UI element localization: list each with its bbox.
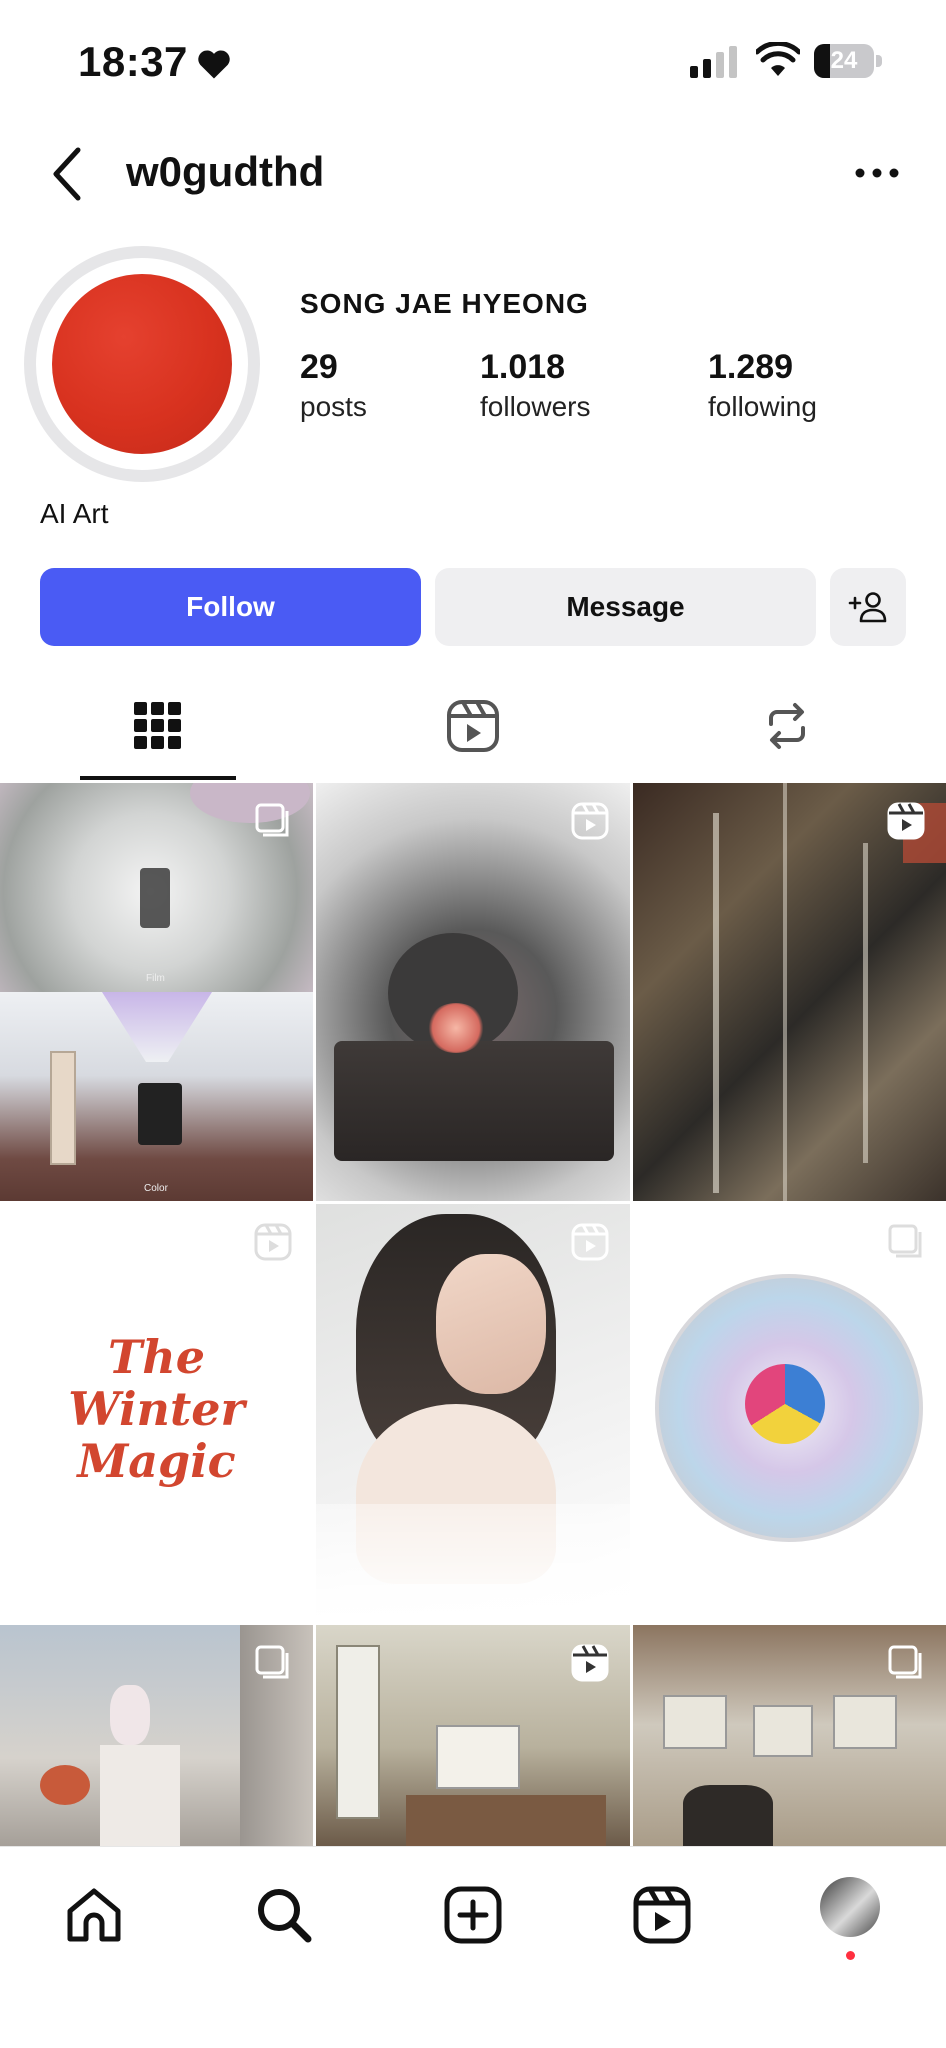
post-thumbnail-4[interactable]: The Winter Magic: [0, 1204, 313, 1622]
home-icon[interactable]: [62, 1883, 126, 1947]
followers-label: followers: [480, 391, 591, 422]
profile-avatar-nav[interactable]: [820, 1877, 880, 1937]
active-tab-indicator: [80, 776, 236, 780]
post-thumbnail-7[interactable]: [0, 1625, 313, 1847]
profile-tabs: [0, 680, 946, 780]
battery-indicator: 24: [814, 44, 884, 80]
post-thumbnail-9[interactable]: [633, 1625, 946, 1847]
following-label: following: [708, 391, 817, 422]
grid-icon[interactable]: [128, 696, 188, 756]
post-thumbnail-6[interactable]: [633, 1204, 946, 1622]
reposts-tab-icon[interactable]: [757, 696, 817, 756]
followers-value: 1.018: [480, 348, 566, 386]
battery-level: 24: [830, 47, 858, 74]
reel-icon: [254, 1223, 292, 1261]
posts-count: 29 posts: [300, 348, 367, 423]
notification-dot: [846, 1951, 855, 1960]
bio: AI Art: [40, 498, 109, 529]
post-caption-film: Film: [146, 973, 165, 984]
username: w0gudthd: [126, 148, 325, 195]
reels-icon[interactable]: [630, 1883, 694, 1947]
add-user-icon: [848, 592, 887, 623]
following-count[interactable]: 1.289 following: [708, 348, 817, 423]
suggested-users-button[interactable]: [830, 568, 906, 646]
posts-label: posts: [300, 391, 367, 422]
status-bar: 18:37 24: [0, 0, 946, 120]
post-thumbnail-5[interactable]: [316, 1204, 630, 1622]
follow-button[interactable]: Follow: [40, 568, 421, 646]
post-thumbnail-2[interactable]: [316, 783, 630, 1201]
message-button[interactable]: Message: [435, 568, 816, 646]
wifi-icon: [756, 42, 800, 76]
display-name: SONG JAE HYEONG: [300, 288, 589, 319]
following-value: 1.289: [708, 348, 794, 386]
avatar-image: [52, 274, 232, 454]
profile-header: w0gudthd: [0, 130, 946, 220]
carousel-icon: [255, 1645, 289, 1679]
post-caption-color: Color: [144, 1183, 168, 1194]
create-icon[interactable]: [441, 1883, 505, 1947]
post-thumbnail-3[interactable]: [633, 783, 946, 1201]
search-icon[interactable]: [252, 1883, 316, 1947]
cellular-signal-icon: [690, 46, 737, 78]
carousel-icon: [888, 1224, 922, 1258]
post-thumbnail-8[interactable]: [316, 1625, 630, 1847]
back-icon[interactable]: [44, 144, 92, 204]
reel-icon: [571, 802, 609, 840]
reel-icon: [571, 1223, 609, 1261]
followers-count[interactable]: 1.018 followers: [480, 348, 590, 423]
more-options-icon[interactable]: [852, 160, 902, 186]
reels-tab-icon[interactable]: [443, 696, 503, 756]
reel-icon: [887, 802, 925, 840]
carousel-icon: [888, 1645, 922, 1679]
posts-value: 29: [300, 348, 338, 386]
clock: 18:37: [78, 38, 188, 85]
post-thumbnail-1[interactable]: Film Color: [0, 783, 313, 1201]
bottom-navigation: [0, 1846, 946, 2047]
carousel-icon: [255, 803, 289, 837]
heart-icon: [198, 50, 230, 79]
post-art-text: The Winter Magic: [68, 1330, 245, 1488]
reel-icon: [571, 1644, 609, 1682]
profile-avatar[interactable]: [24, 246, 260, 482]
